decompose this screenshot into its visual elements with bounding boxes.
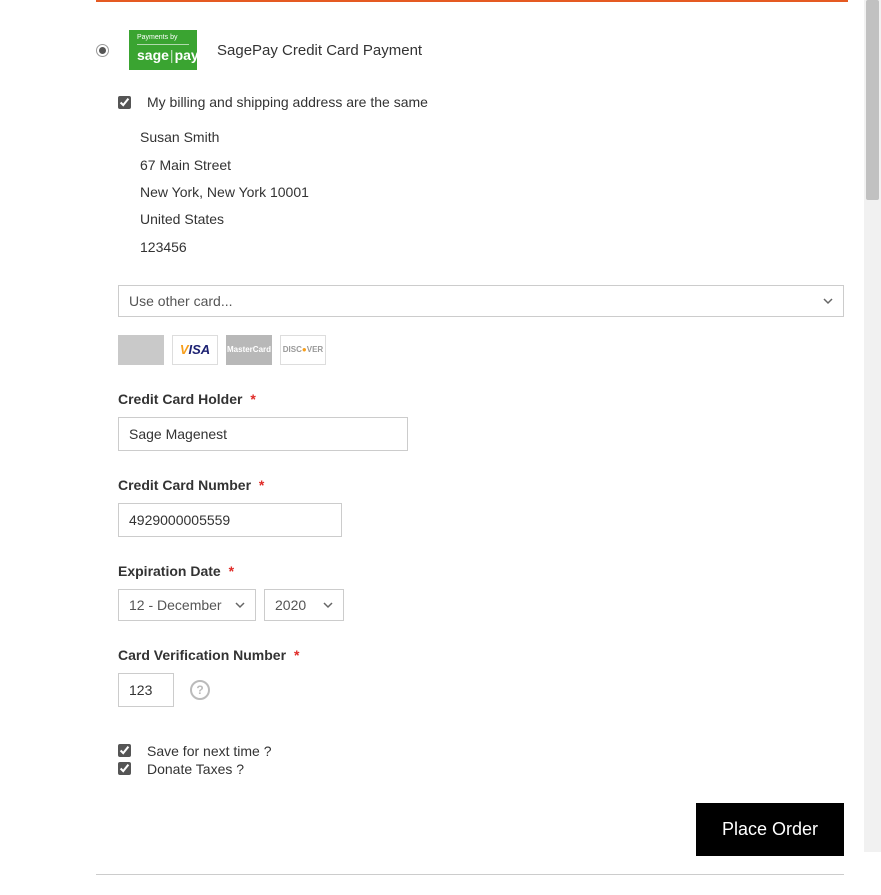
cc-cvn-group: Card Verification Number * ?: [118, 647, 845, 707]
scroll-thumb[interactable]: [866, 0, 879, 200]
card-select[interactable]: Use other card...: [118, 285, 844, 317]
donate-taxes-row[interactable]: Donate Taxes ?: [118, 761, 845, 777]
card-brand-logos: VISA MasterCard DISC●VER: [118, 335, 845, 365]
cc-holder-input[interactable]: [118, 417, 408, 451]
save-card-row[interactable]: Save for next time ?: [118, 743, 845, 759]
billing-same-checkbox[interactable]: [118, 96, 131, 109]
sagepay-payments-by: Payments by: [137, 34, 189, 45]
billing-address: Susan Smith 67 Main Street New York, New…: [140, 124, 845, 260]
payment-method-row[interactable]: Payments by sage|pay SagePay Credit Card…: [96, 30, 845, 70]
mastercard-icon: MasterCard: [226, 335, 272, 365]
sagepay-logo: Payments by sage|pay: [129, 30, 197, 70]
amex-icon: [118, 335, 164, 365]
discover-icon: DISC●VER: [280, 335, 326, 365]
cc-cvn-input[interactable]: [118, 673, 174, 707]
visa-icon: VISA: [172, 335, 218, 365]
payment-method-title: SagePay Credit Card Payment: [217, 42, 422, 59]
donate-taxes-label: Donate Taxes ?: [147, 761, 244, 777]
payment-radio-dot: [99, 47, 106, 54]
cc-number-label: Credit Card Number *: [118, 477, 845, 493]
cc-cvn-label: Card Verification Number *: [118, 647, 845, 663]
cc-number-input[interactable]: [118, 503, 342, 537]
billing-same-row[interactable]: My billing and shipping address are the …: [118, 94, 845, 110]
billing-phone: 123456: [140, 234, 845, 261]
cc-exp-year-value[interactable]: 2020: [264, 589, 344, 621]
place-order-button[interactable]: Place Order: [696, 803, 844, 856]
billing-country: United States: [140, 206, 845, 233]
save-card-checkbox[interactable]: [118, 744, 131, 757]
cc-exp-group: Expiration Date * 12 - December 2020: [118, 563, 845, 621]
cc-holder-group: Credit Card Holder *: [118, 391, 845, 451]
cc-exp-year-select[interactable]: 2020: [264, 589, 344, 621]
billing-city: New York, New York 10001: [140, 179, 845, 206]
required-marker: *: [250, 391, 255, 407]
donate-taxes-checkbox[interactable]: [118, 762, 131, 775]
cc-number-group: Credit Card Number *: [118, 477, 845, 537]
divider: [96, 874, 844, 875]
cc-holder-label: Credit Card Holder *: [118, 391, 845, 407]
required-marker: *: [259, 477, 264, 493]
billing-street: 67 Main Street: [140, 152, 845, 179]
billing-name: Susan Smith: [140, 124, 845, 151]
billing-same-label: My billing and shipping address are the …: [147, 94, 428, 110]
payment-radio[interactable]: [96, 44, 109, 57]
payment-form: Payments by sage|pay SagePay Credit Card…: [0, 2, 881, 895]
card-select-value[interactable]: Use other card...: [118, 285, 844, 317]
cc-exp-month-value[interactable]: 12 - December: [118, 589, 256, 621]
cc-exp-label: Expiration Date *: [118, 563, 845, 579]
scrollbar[interactable]: [864, 0, 881, 852]
help-icon[interactable]: ?: [190, 680, 210, 700]
required-marker: *: [229, 563, 234, 579]
required-marker: *: [294, 647, 299, 663]
cc-exp-month-select[interactable]: 12 - December: [118, 589, 256, 621]
save-card-label: Save for next time ?: [147, 743, 272, 759]
